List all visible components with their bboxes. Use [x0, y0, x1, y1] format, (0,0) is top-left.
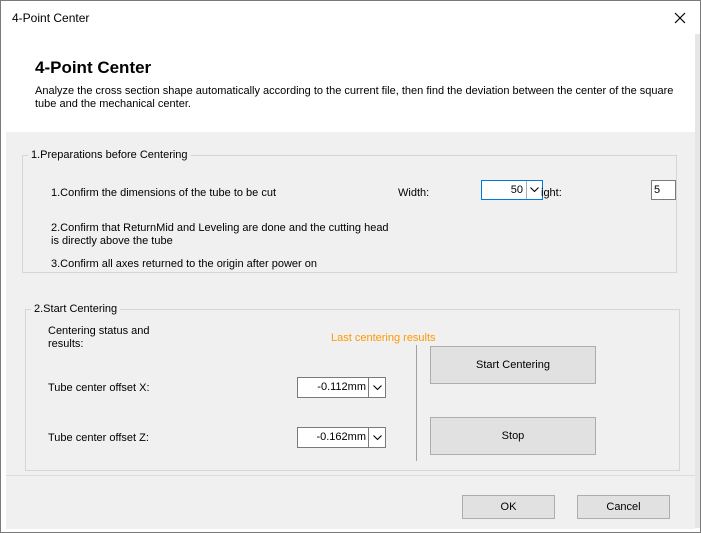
ok-button[interactable]: OK — [462, 495, 555, 519]
content-panel: 1.Preparations before Centering 1.Confir… — [6, 132, 695, 475]
footer-panel: OK Cancel — [6, 475, 695, 529]
offset-z-label: Tube center offset Z: — [48, 432, 149, 444]
title-bar: 4-Point Center — [1, 1, 700, 34]
width-value[interactable]: 50 — [482, 181, 526, 199]
stop-button[interactable]: Stop — [430, 417, 596, 455]
width-dropdown-button[interactable] — [526, 181, 542, 199]
start-centering-legend: 2.Start Centering — [31, 303, 121, 315]
offset-x-dropdown-button[interactable] — [368, 378, 385, 397]
step3-label: 3.Confirm all axes returned to the origi… — [51, 258, 317, 270]
page-description: Analyze the cross section shape automati… — [35, 85, 674, 110]
offset-z-dropdown-button[interactable] — [368, 428, 385, 447]
offset-z-value[interactable]: -0.162mm — [298, 428, 368, 447]
chevron-down-icon — [372, 434, 382, 440]
header-panel: 4-Point Center Analyze the cross section… — [6, 34, 695, 132]
start-centering-group: 2.Start Centering Centering status and r… — [25, 303, 680, 471]
preparations-group: 1.Preparations before Centering 1.Confir… — [22, 149, 677, 273]
dialog-window: 4-Point Center 4-Point Center Analyze th… — [0, 0, 701, 533]
last-results-label: Last centering results — [331, 332, 436, 344]
step2-label: 2.Confirm that ReturnMid and Leveling ar… — [51, 222, 389, 247]
window-title: 4-Point Center — [12, 11, 90, 25]
chevron-down-icon — [372, 384, 382, 390]
chevron-down-icon — [530, 187, 539, 193]
height-label: ight: — [541, 187, 562, 199]
cancel-button[interactable]: Cancel — [577, 495, 670, 519]
scrollbar[interactable] — [695, 34, 700, 528]
close-icon — [674, 12, 686, 24]
centering-status-label: Centering status and results: — [48, 325, 150, 350]
width-combobox[interactable]: 50 — [481, 180, 543, 200]
offset-x-value[interactable]: -0.112mm — [298, 378, 368, 397]
step1-label: 1.Confirm the dimensions of the tube to … — [51, 187, 277, 199]
width-label: Width: — [398, 187, 430, 199]
height-input[interactable]: 5 — [651, 180, 676, 200]
close-button[interactable] — [668, 7, 692, 29]
preparations-legend: 1.Preparations before Centering — [28, 149, 191, 161]
offset-x-label: Tube center offset X: — [48, 382, 150, 394]
vertical-divider — [416, 345, 417, 461]
offset-x-combobox[interactable]: -0.112mm — [297, 377, 386, 398]
offset-z-combobox[interactable]: -0.162mm — [297, 427, 386, 448]
page-title: 4-Point Center — [35, 58, 152, 77]
start-centering-button[interactable]: Start Centering — [430, 346, 596, 384]
